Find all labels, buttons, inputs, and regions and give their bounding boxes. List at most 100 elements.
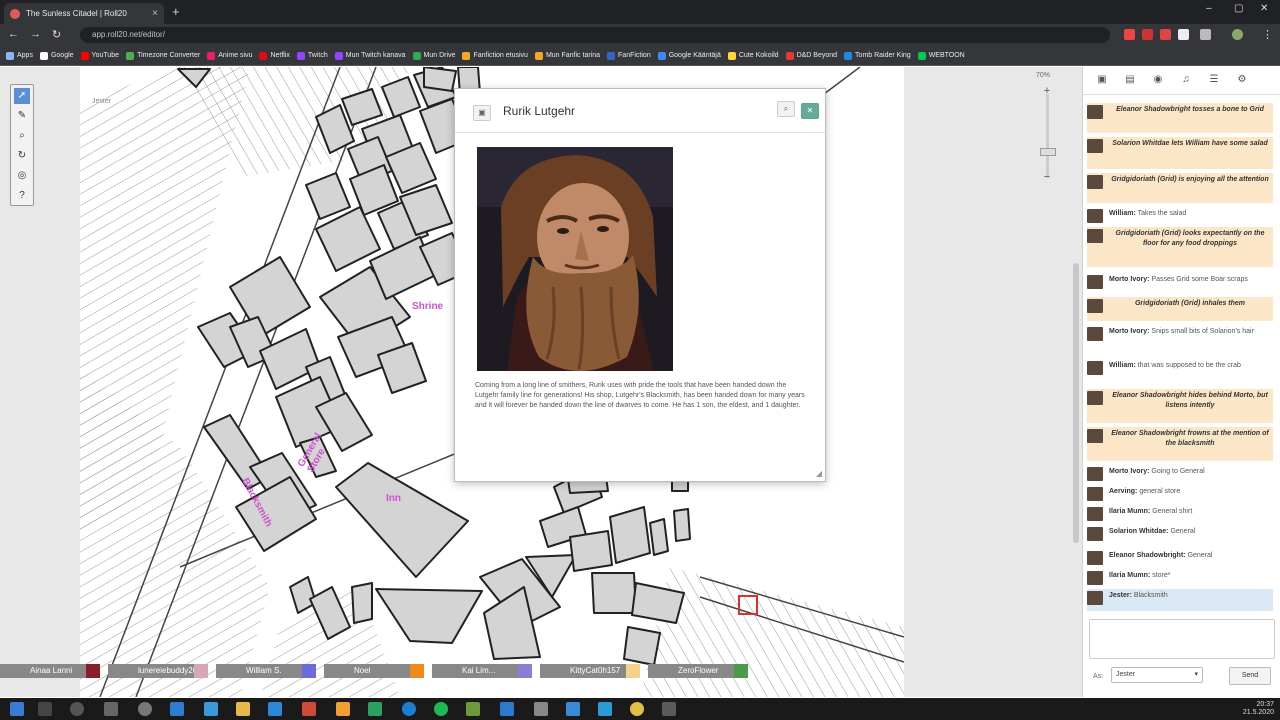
zoom-level: 70%: [1036, 72, 1051, 79]
app-icon[interactable]: [466, 702, 480, 716]
handout-dialog[interactable]: ▣ Rurik Lutgehr ⌕ ✕ Coming from a long l…: [454, 88, 826, 482]
extension-icon[interactable]: [1178, 29, 1189, 40]
bookmark-item[interactable]: FanFiction: [607, 51, 651, 60]
menu-icon[interactable]: ⋮: [1262, 28, 1273, 41]
zoom-out-icon[interactable]: −: [1040, 170, 1054, 184]
app-icon[interactable]: [204, 702, 218, 716]
bookmark-item[interactable]: Anime sivu: [207, 51, 252, 60]
chat-text: William: Takes the salad: [1109, 209, 1271, 219]
chat-avatar: [1087, 105, 1103, 119]
zoom-track[interactable]: [1046, 94, 1049, 178]
player-nameplate[interactable]: lunereiebuddy2019: [108, 664, 208, 678]
zoom-slider[interactable]: 70% + −: [1036, 72, 1060, 184]
bookmark-item[interactable]: Netflix: [259, 51, 290, 60]
bookmark-item[interactable]: Timezone Converter: [126, 51, 200, 60]
collection-tab-icon[interactable]: ☰: [1207, 73, 1221, 87]
window-close-icon[interactable]: ✕: [1260, 3, 1268, 14]
zoom-image-icon[interactable]: ⌕: [777, 101, 795, 117]
app-icon[interactable]: [534, 702, 548, 716]
chat-input[interactable]: [1089, 619, 1275, 659]
bookmark-item[interactable]: Twitch: [296, 51, 328, 60]
minimize-icon[interactable]: –: [1206, 3, 1212, 14]
edge-icon[interactable]: [170, 702, 184, 716]
bookmark-item[interactable]: D&D Beyond: [785, 51, 837, 60]
bookmark-item[interactable]: Fanfiction etusivu: [462, 51, 528, 60]
bookmark-item[interactable]: Apps: [6, 51, 33, 60]
forward-icon[interactable]: →: [30, 28, 41, 40]
file-explorer-icon[interactable]: [236, 702, 250, 716]
browser-tab[interactable]: The Sunless Citadel | Roll20 ×: [4, 3, 164, 24]
app-icon[interactable]: [368, 702, 382, 716]
app-icon[interactable]: [662, 702, 676, 716]
bookmark-item[interactable]: Google: [39, 51, 74, 60]
select-icon[interactable]: ➚: [14, 88, 30, 104]
spotify-icon[interactable]: [434, 702, 448, 716]
compendium-tab-icon[interactable]: ♫: [1179, 73, 1193, 87]
chat-speaker: Ilaria Mumn:: [1109, 572, 1151, 579]
store-icon[interactable]: [268, 702, 282, 716]
chat-tab-icon[interactable]: ▣: [1095, 73, 1109, 87]
close-dialog-icon[interactable]: ✕: [801, 103, 819, 119]
maximize-icon[interactable]: ▢: [1234, 3, 1243, 14]
bookmark-item[interactable]: Cute Kokoild: [727, 51, 779, 60]
player-nameplate[interactable]: Ainaa Lanni: [0, 664, 100, 678]
bookmark-item[interactable]: Mun Fanfic tarina: [534, 51, 600, 60]
url-bar[interactable]: app.roll20.net/editor/: [80, 27, 1110, 43]
chat-emote-message: Eleanor Shadowbright frowns at the menti…: [1087, 427, 1273, 461]
extension-icon[interactable]: [1124, 29, 1135, 40]
screen: The Sunless Citadel | Roll20 × + – ▢ ✕ ←…: [0, 0, 1280, 720]
chat-avatar: [1087, 571, 1103, 585]
back-icon[interactable]: ←: [8, 28, 19, 40]
bookmark-item[interactable]: WEBTOON: [917, 51, 965, 60]
settings-tab-icon[interactable]: ⚙: [1235, 73, 1249, 87]
app-icon[interactable]: [500, 702, 514, 716]
refresh-icon[interactable]: ↻: [14, 148, 30, 164]
bookmark-item[interactable]: Mun Drive: [412, 51, 455, 60]
send-button[interactable]: Send: [1229, 667, 1271, 685]
bookmark-item[interactable]: Google Kääntäjä: [657, 51, 721, 60]
player-nameplate[interactable]: William S.: [216, 664, 316, 678]
player-nameplate[interactable]: KittyCat0h157: [540, 664, 640, 678]
extension-icon[interactable]: [1142, 29, 1153, 40]
windows-start-icon[interactable]: [10, 702, 24, 716]
app-icon[interactable]: [566, 702, 580, 716]
profile-avatar[interactable]: [1232, 29, 1243, 40]
draw-icon[interactable]: ✎: [14, 108, 30, 124]
player-color-swatch: [518, 664, 532, 678]
app-icon[interactable]: [302, 702, 316, 716]
zoom-knob[interactable]: [1040, 148, 1056, 156]
app-icon[interactable]: [104, 702, 118, 716]
bookmark-item[interactable]: Tomb Raider King: [844, 51, 911, 60]
bookmark-item[interactable]: Mun Twitch kanava: [334, 51, 406, 60]
chat-emote-message: Solarion Whitdae lets William have some …: [1087, 137, 1273, 169]
extension-icon[interactable]: [1160, 29, 1171, 40]
new-tab-icon[interactable]: +: [172, 4, 180, 19]
player-nameplate[interactable]: ZeroFlower: [648, 664, 748, 678]
app-icon[interactable]: [402, 702, 416, 716]
bookmark-item[interactable]: YouTube: [80, 51, 119, 60]
journal-tab-icon[interactable]: ◉: [1151, 73, 1165, 87]
app-icon[interactable]: [336, 702, 350, 716]
reload-icon[interactable]: ↻: [52, 28, 61, 41]
help-icon[interactable]: ?: [14, 188, 30, 204]
search-icon[interactable]: [38, 702, 52, 716]
app-icon[interactable]: [138, 702, 152, 716]
task-view-icon[interactable]: [70, 702, 84, 716]
chrome-icon[interactable]: [630, 702, 644, 716]
tab-title: The Sunless Citadel | Roll20: [26, 9, 127, 18]
map-scrollbar[interactable]: [1073, 263, 1079, 543]
chat-text: Ilaria Mumn: store*: [1109, 571, 1271, 581]
app-icon[interactable]: [598, 702, 612, 716]
tab-close-icon[interactable]: ×: [152, 8, 158, 19]
bookmark-label: Twitch: [307, 52, 328, 59]
zoom-icon[interactable]: ⌕: [14, 128, 30, 144]
resize-handle-icon[interactable]: ◢: [816, 469, 822, 478]
extension-icon[interactable]: [1200, 29, 1211, 40]
handout-avatar-icon[interactable]: ▣: [473, 105, 491, 121]
gm-layer-icon[interactable]: ◎: [14, 168, 30, 184]
art-tab-icon[interactable]: ▤: [1123, 73, 1137, 87]
player-nameplate[interactable]: Noel: [324, 664, 424, 678]
player-nameplate[interactable]: Kai Lim...: [432, 664, 532, 678]
chat-text: Gridgidoriath (Grid) is enjoying all the…: [1109, 175, 1271, 185]
speaking-as-select[interactable]: Jester: [1111, 667, 1203, 683]
